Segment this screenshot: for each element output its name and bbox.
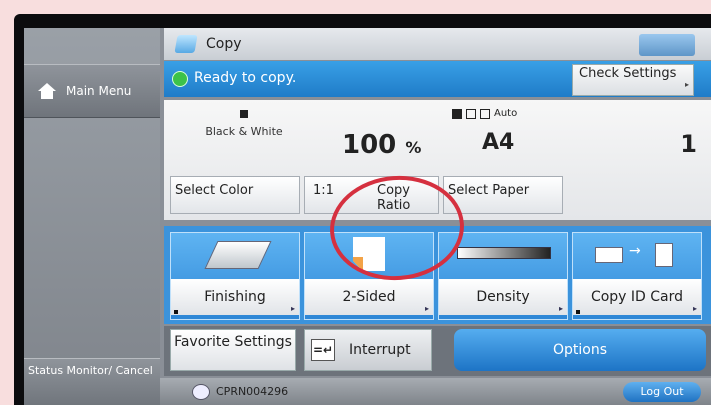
status-bar: Ready to copy. Check Settings ▸ — [164, 61, 711, 97]
sidebar: Main Menu Status Monitor/ Cancel — [24, 28, 160, 405]
home-icon — [38, 83, 56, 99]
corner-mark-icon — [174, 310, 178, 314]
copy-id-card-button[interactable]: → Copy ID Card ▸ — [572, 232, 702, 320]
paper-size-value: A4 — [482, 130, 515, 155]
arrow-icon: ▸ — [290, 304, 295, 313]
finishing-label: Finishing — [171, 279, 299, 315]
drawer-1-icon — [452, 108, 462, 119]
density-icon — [457, 247, 551, 259]
status-message: Ready to copy. — [194, 70, 297, 86]
finishing-icon — [204, 241, 272, 269]
interrupt-button[interactable]: =↵ Interrupt — [304, 329, 432, 371]
bottom-bar: Favorite Settings =↵ Interrupt Options — [164, 326, 711, 376]
touch-screen: Main Menu Status Monitor/ Cancel Copy Re… — [24, 28, 711, 405]
paper-source-value: Auto — [494, 108, 518, 119]
status-monitor-label: Status Monitor/ Cancel — [28, 364, 153, 377]
status-monitor-button[interactable]: Status Monitor/ Cancel — [24, 358, 160, 405]
select-paper-button[interactable]: Select Paper — [443, 176, 563, 214]
drawer-2-icon — [466, 108, 476, 119]
id-card-icon: → — [595, 243, 679, 267]
copy-icon — [174, 35, 198, 53]
density-label: Density — [439, 279, 567, 315]
arrow-icon: ▸ — [684, 80, 689, 89]
header: Copy — [164, 28, 711, 60]
arrow-icon: ▸ — [558, 304, 563, 313]
paper-source-icons: Auto — [452, 108, 517, 119]
select-paper-label: Select Paper — [448, 183, 530, 198]
user-icon — [192, 384, 210, 400]
bw-icon — [240, 110, 248, 118]
check-settings-label: Check Settings — [579, 66, 677, 81]
color-mode-display: Black & White — [204, 110, 284, 138]
options-button[interactable]: Options — [454, 329, 706, 371]
log-out-button[interactable]: Log Out — [623, 382, 701, 402]
user-id: CPRN004296 — [216, 385, 289, 398]
footer: CPRN004296 Log Out — [160, 378, 711, 405]
ratio-display: 100 % — [342, 130, 421, 160]
corner-button[interactable] — [639, 34, 695, 56]
copy-id-card-label: Copy ID Card — [573, 279, 701, 315]
copy-quantity: 1 — [680, 130, 697, 158]
corner-mark-icon — [576, 310, 580, 314]
check-settings-button[interactable]: Check Settings ▸ — [572, 64, 694, 96]
finishing-button[interactable]: Finishing ▸ — [170, 232, 300, 320]
log-out-label: Log Out — [640, 385, 684, 398]
color-mode-value: Black & White — [205, 125, 283, 138]
ratio-unit: % — [405, 138, 422, 157]
page-title: Copy — [206, 36, 242, 52]
ratio-value: 100 — [342, 130, 397, 160]
paper-icon — [480, 108, 490, 119]
two-sided-label: 2-Sided — [305, 279, 433, 315]
interrupt-label: Interrupt — [349, 342, 411, 358]
ratio-prefix: 1:1 — [313, 183, 334, 198]
options-label: Options — [552, 342, 608, 358]
ready-icon — [172, 71, 188, 87]
arrow-icon: ▸ — [424, 304, 429, 313]
arrow-icon: ▸ — [692, 304, 697, 313]
select-color-button[interactable]: Select Color — [170, 176, 300, 214]
main-menu-button[interactable]: Main Menu — [24, 64, 160, 118]
select-color-label: Select Color — [175, 183, 254, 198]
main-menu-label: Main Menu — [66, 84, 132, 98]
interrupt-icon: =↵ — [311, 339, 335, 361]
favorite-settings-label: Favorite Settings — [174, 334, 292, 350]
favorite-settings-button[interactable]: Favorite Settings — [170, 329, 296, 371]
